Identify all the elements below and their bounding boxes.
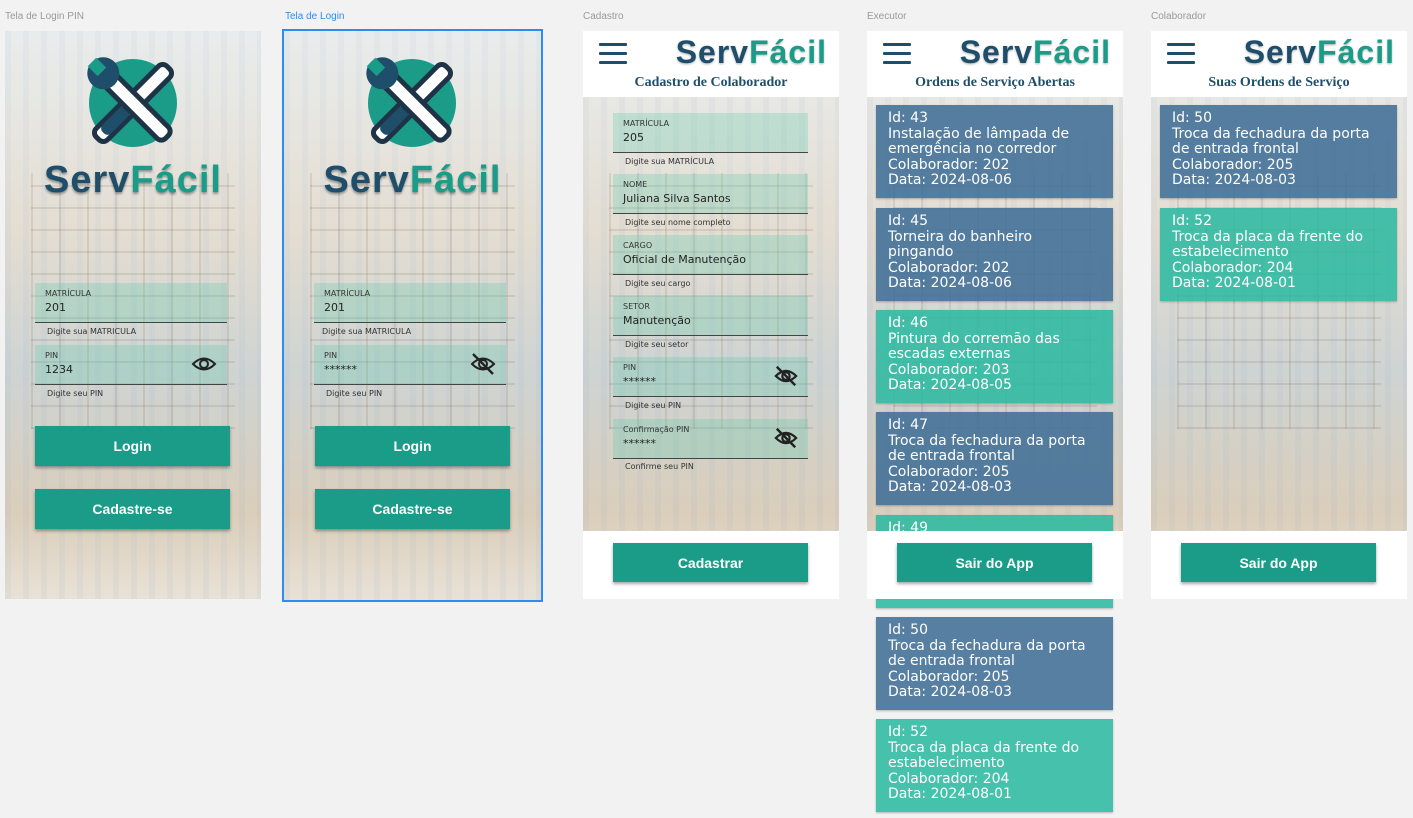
menu-icon[interactable] — [1167, 43, 1195, 65]
pin-hint: Digite seu PIN — [625, 401, 682, 410]
frame-label-login-pin: Tela de Login PIN — [5, 11, 84, 22]
signup-button[interactable]: Cadastre-se — [315, 489, 510, 529]
login-button[interactable]: Login — [35, 426, 230, 466]
eye-off-icon[interactable] — [774, 427, 798, 449]
app-header: ServFácil Cadastro de Colaborador — [583, 31, 839, 97]
matricula-field[interactable]: MATRÍCULA 201 — [314, 283, 506, 323]
matricula-hint: Digite sua MATRICULA — [322, 327, 412, 336]
page-title: Suas Ordens de Serviço — [1208, 75, 1350, 90]
login-button[interactable]: Login — [315, 426, 510, 466]
pin-field[interactable]: PIN 1234 — [35, 345, 227, 385]
page-title: Ordens de Serviço Abertas — [915, 75, 1075, 90]
matricula-hint: Digite sua MATRÍCULA — [625, 157, 715, 166]
menu-icon[interactable] — [599, 43, 627, 65]
login-screen: ServFácil MATRÍCULA 201 Digite sua MATRI… — [282, 29, 543, 602]
app-footer: Sair do App — [1151, 531, 1407, 599]
matricula-field[interactable]: MATRÍCULA 201 — [35, 283, 227, 323]
executor-screen: Id: 43 Instalação de lâmpada de emergênc… — [867, 31, 1123, 812]
colaborador-screen: ServFácil Suas Ordens de Serviço Id: 50 … — [1151, 31, 1407, 599]
menu-icon[interactable] — [883, 43, 911, 65]
order-card[interactable]: Id: 45 Torneira do banheiro pingando Col… — [876, 208, 1113, 301]
brand-logo-text: ServFácil — [675, 34, 827, 70]
frame-label-login: Tela de Login — [285, 11, 345, 22]
tools-logo-icon — [87, 57, 177, 147]
tools-logo-icon — [366, 57, 456, 147]
login-pin-screen: ServFácil MATRÍCULA 201 Digite sua MATRI… — [5, 31, 261, 599]
app-header: ServFácil Suas Ordens de Serviço — [1151, 31, 1407, 97]
exit-app-button[interactable]: Sair do App — [897, 543, 1092, 582]
order-card[interactable]: Id: 47 Troca da fechadura da porta de en… — [876, 412, 1113, 505]
app-header: ServFácil Ordens de Serviço Abertas — [867, 31, 1123, 97]
frame-label-cadastro: Cadastro — [583, 11, 624, 22]
order-card[interactable]: Id: 52 Troca da placa da frente do estab… — [876, 719, 1113, 812]
nome-hint: Digite seu nome completo — [625, 218, 731, 227]
brand-logo-text: ServFácil — [959, 34, 1111, 70]
pin-hint: Digite seu PIN — [326, 389, 383, 398]
cadastro-screen: ServFácil Cadastro de Colaborador MATRÍC… — [583, 31, 839, 599]
brand-logo-text: ServFácil — [1243, 34, 1395, 70]
order-card[interactable]: Id: 50 Troca da fechadura da porta de en… — [876, 617, 1113, 710]
pin-hint: Digite seu PIN — [47, 389, 104, 398]
setor-field[interactable]: SETOR Manutenção — [613, 296, 808, 336]
page-title: Cadastro de Colaborador — [634, 75, 788, 90]
pin-field[interactable]: PIN ****** — [314, 345, 506, 385]
setor-hint: Digite seu setor — [625, 340, 689, 349]
signup-button[interactable]: Cadastre-se — [35, 489, 230, 529]
pin-field[interactable]: PIN ****** — [613, 357, 808, 397]
frame-label-executor: Executor — [867, 11, 907, 22]
nome-field[interactable]: NOME Juliana Silva Santos — [613, 174, 808, 214]
matricula-field[interactable]: MATRÍCULA 205 — [613, 113, 808, 153]
eye-icon[interactable] — [191, 353, 217, 375]
confirm-pin-field[interactable]: Confirmação PIN ****** — [613, 419, 808, 459]
cargo-field[interactable]: CARGO Oficial de Manutenção — [613, 235, 808, 275]
eye-off-icon[interactable] — [774, 365, 798, 387]
matricula-hint: Digite sua MATRICULA — [47, 327, 137, 336]
frame-label-colaborador: Colaborador — [1151, 11, 1207, 22]
app-footer: Sair do App — [867, 531, 1123, 599]
order-card[interactable]: Id: 50 Troca da fechadura da porta de en… — [1160, 105, 1397, 198]
app-footer: Cadastrar — [583, 531, 839, 599]
eye-off-icon[interactable] — [470, 349, 496, 379]
order-card[interactable]: Id: 43 Instalação de lâmpada de emergênc… — [876, 105, 1113, 198]
order-card[interactable]: Id: 46 Pintura do corremão das escadas e… — [876, 310, 1113, 403]
order-card[interactable]: Id: 52 Troca da placa da frente do estab… — [1160, 208, 1397, 301]
cargo-hint: Digite seu cargo — [625, 279, 691, 288]
confirm-pin-hint: Confirme seu PIN — [625, 462, 694, 471]
exit-app-button[interactable]: Sair do App — [1181, 543, 1376, 582]
brand-logo-text: ServFácil — [43, 159, 222, 201]
cadastrar-button[interactable]: Cadastrar — [613, 543, 808, 582]
brand-logo-text: ServFácil — [323, 159, 502, 201]
